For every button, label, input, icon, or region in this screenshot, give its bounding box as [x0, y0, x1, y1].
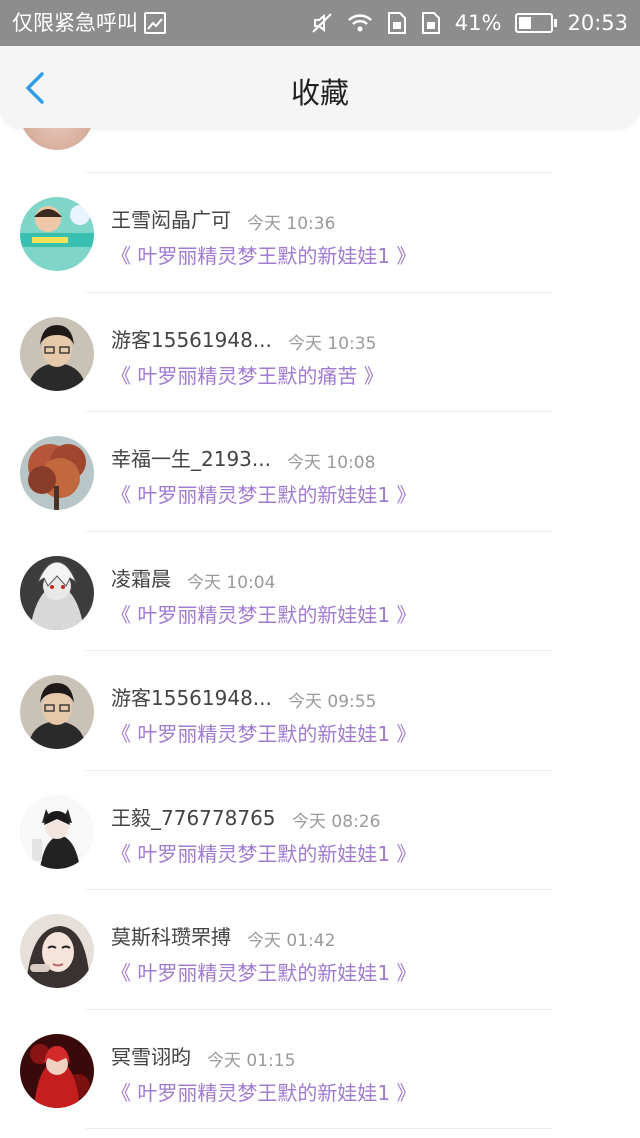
list-divider [86, 291, 552, 293]
avatar[interactable] [20, 316, 94, 391]
list-item[interactable]: 王雪闳晶广可 今天 10:36 《 叶罗丽精灵梦王默的新娃娃1 》 [0, 175, 640, 295]
list-divider [86, 769, 552, 771]
work-title-link[interactable]: 《 叶罗丽精灵梦王默的新娃娃1 》 [111, 240, 416, 269]
timestamp: 今天 01:42 [247, 931, 336, 951]
status-left: 仅限紧急呼叫 [12, 8, 166, 38]
timestamp: 今天 09:55 [288, 692, 377, 712]
timestamp: 今天 08:26 [292, 811, 381, 832]
user-name[interactable]: 王雪闳晶广可 [111, 204, 231, 233]
user-name[interactable]: 冥雪诩昀 [111, 1041, 191, 1070]
list-divider [86, 530, 552, 532]
avatar[interactable] [20, 197, 94, 271]
sim1-icon [387, 12, 406, 34]
user-name[interactable]: 幸福一生_2193... [111, 443, 271, 472]
list-item[interactable]: 游客15561948... 今天 10:35 《 叶罗丽精灵梦王默的痛苦 》 [0, 295, 640, 415]
list-divider [86, 1008, 552, 1010]
avatar[interactable] [20, 675, 94, 749]
page-title: 收藏 [290, 76, 349, 110]
work-title-link[interactable]: 《 叶罗丽精灵梦王默的新娃娃1 》 [111, 1077, 416, 1106]
carrier-text: 仅限紧急呼叫 [12, 11, 138, 35]
list-item[interactable]: 冥雪诩昀 今天 01:15 《 叶罗丽精灵梦王默的新娃娃1 》 [0, 1012, 640, 1132]
avatar[interactable] [20, 555, 94, 630]
image-icon [144, 12, 166, 34]
user-name[interactable]: 游客15561948... [111, 682, 272, 711]
list-divider [86, 411, 552, 412]
list-item[interactable]: 王毅_776778765 今天 08:26 《 叶罗丽精灵梦王默的新娃娃1 》 [0, 773, 640, 893]
timestamp: 今天 10:04 [187, 572, 276, 593]
wifi-icon [347, 14, 372, 32]
work-title-link[interactable]: 《 叶罗丽精灵梦王默的新娃娃1 》 [111, 957, 416, 986]
list-item[interactable]: 幸福一生_2193... 今天 10:08 《 叶罗丽精灵梦王默的新娃娃1 》 [0, 414, 640, 534]
list-divider [86, 889, 552, 890]
work-title-link[interactable]: 《 叶罗丽精灵梦王默的新娃娃1 》 [111, 599, 416, 628]
list-divider [86, 172, 552, 173]
list-divider [86, 1128, 552, 1129]
status-right: 41% 20:53 [297, 8, 628, 38]
battery-percent: 41% [454, 11, 502, 35]
user-name[interactable]: 莫斯科瓒罘搏 [111, 921, 231, 950]
partial-avatar [20, 128, 94, 150]
work-title-link[interactable]: 《 叶罗丽精灵梦王默的新娃娃1 》 [111, 479, 416, 508]
avatar[interactable] [20, 1033, 94, 1108]
timestamp: 今天 10:35 [288, 333, 377, 354]
app-header: 收藏 [0, 46, 640, 128]
user-name[interactable]: 王毅_776778765 [111, 802, 276, 831]
list-item[interactable]: 莫斯科瓒罘搏 今天 01:42 《 叶罗丽精灵梦王默的新娃娃1 》 [0, 892, 640, 1012]
timestamp: 今天 10:08 [287, 453, 376, 473]
timestamp: 今天 01:15 [207, 1050, 296, 1071]
avatar[interactable] [20, 914, 94, 988]
list-divider [86, 650, 552, 651]
status-bar: 仅限紧急呼叫 41% 20:53 [0, 0, 640, 46]
list-item[interactable]: 凌霜晨 今天 10:04 《 叶罗丽精灵梦王默的新娃娃1 》 [0, 534, 640, 654]
work-title-link[interactable]: 《 叶罗丽精灵梦王默的新娃娃1 》 [111, 718, 416, 747]
sim2-icon [421, 12, 440, 34]
avatar[interactable] [20, 436, 94, 510]
clock: 20:53 [567, 11, 628, 35]
mute-icon [312, 13, 332, 33]
user-name[interactable]: 游客15561948... [111, 324, 272, 353]
timestamp: 今天 10:36 [247, 214, 336, 234]
user-name[interactable]: 凌霜晨 [111, 563, 171, 592]
avatar[interactable] [20, 794, 94, 869]
work-title-link[interactable]: 《 叶罗丽精灵梦王默的新娃娃1 》 [111, 838, 416, 867]
list-item[interactable]: 游客15561948... 今天 09:55 《 叶罗丽精灵梦王默的新娃娃1 》 [0, 653, 640, 773]
work-title-link[interactable]: 《 叶罗丽精灵梦王默的痛苦 》 [111, 360, 384, 389]
battery-icon [515, 13, 558, 33]
